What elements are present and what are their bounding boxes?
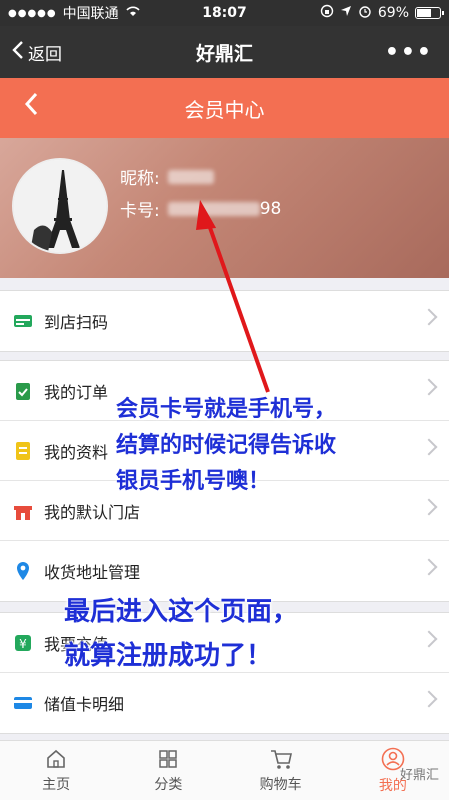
home-icon bbox=[47, 749, 65, 768]
annotation-line: 就算注册成功了！ bbox=[64, 641, 273, 671]
watermark: 好鼎汇 bbox=[399, 768, 439, 783]
category-icon bbox=[159, 749, 178, 768]
tab-cart[interactable]: 购物车 bbox=[225, 741, 337, 800]
annotation-registration: 最后进入这个页面， 就算注册成功了！ bbox=[64, 590, 298, 678]
annotation-line: 会员卡号就是手机号， bbox=[116, 397, 337, 422]
tab-home[interactable]: 主页 bbox=[0, 741, 112, 800]
tab-label: 购物车 bbox=[259, 776, 302, 793]
annotation-card-number: 会员卡号就是手机号， 结算的时候记得告诉收 银员手机号噢！ bbox=[116, 392, 336, 500]
tab-category[interactable]: 分类 bbox=[112, 741, 224, 800]
tab-label: 主页 bbox=[42, 776, 71, 793]
tab-label: 分类 bbox=[154, 776, 183, 793]
annotation-line: 最后进入这个页面， bbox=[64, 597, 299, 627]
cart-icon bbox=[270, 749, 292, 769]
annotation-line: 结算的时候记得告诉收 bbox=[116, 433, 337, 458]
annotation-line: 银员手机号噢！ bbox=[116, 469, 271, 494]
tab-bar: 主页 分类 购物车 我的 bbox=[0, 740, 449, 800]
